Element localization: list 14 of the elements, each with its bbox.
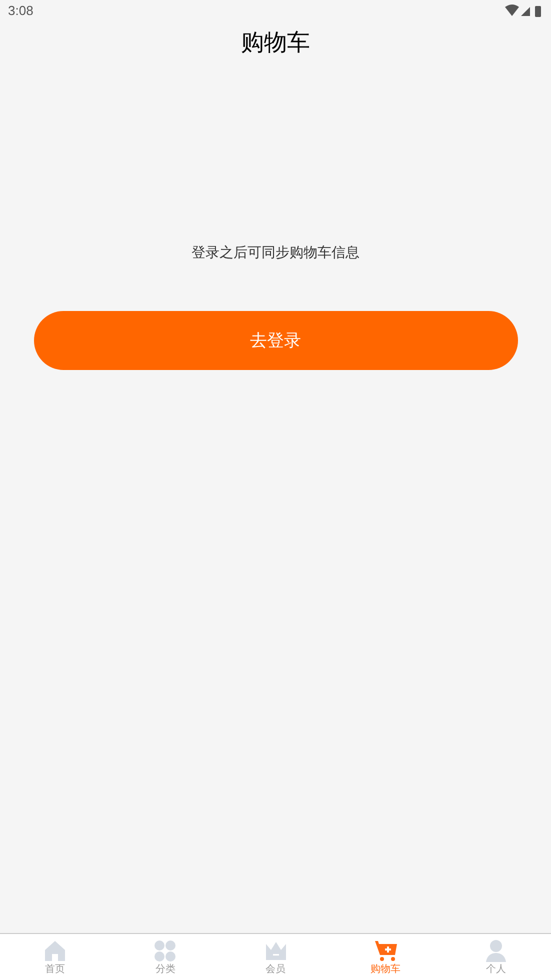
nav-tab[interactable]: 购物车 bbox=[330, 934, 441, 980]
page-title: 购物车 bbox=[241, 28, 310, 57]
status-icons bbox=[505, 4, 543, 18]
home-icon bbox=[43, 938, 68, 962]
nav-tab[interactable]: 首页 bbox=[0, 934, 110, 980]
status-time: 3:08 bbox=[8, 2, 34, 20]
login-button[interactable]: 去登录 bbox=[34, 311, 518, 370]
nav-tab[interactable]: 会员 bbox=[220, 934, 331, 980]
cart-icon bbox=[374, 938, 398, 962]
login-hint: 登录之后可同步购物车信息 bbox=[192, 243, 360, 262]
nav-tab[interactable]: 分类 bbox=[110, 934, 220, 980]
person-icon bbox=[484, 938, 508, 962]
grid-icon bbox=[153, 938, 178, 962]
nav-tab[interactable]: 个人 bbox=[440, 934, 551, 980]
